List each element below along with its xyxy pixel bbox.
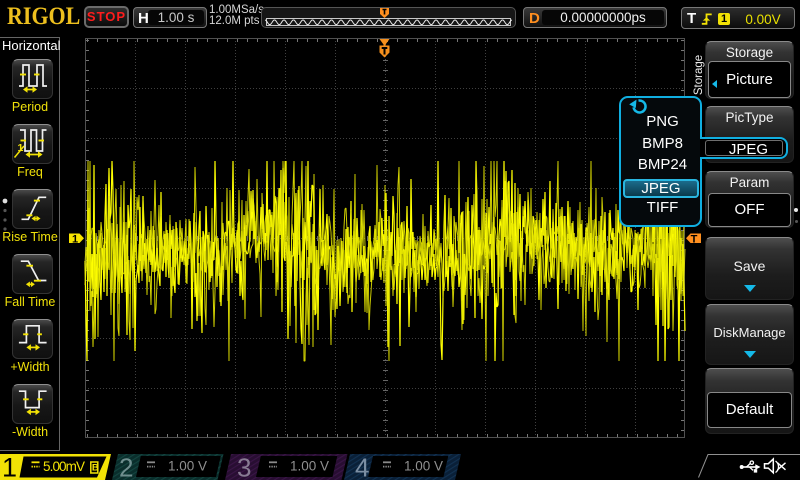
svg-text:B: B (92, 463, 99, 474)
svg-text:T: T (691, 234, 698, 246)
svg-text:2: 2 (119, 453, 133, 480)
svg-text:3: 3 (237, 453, 251, 480)
svg-text:1: 1 (2, 453, 17, 480)
svg-text:1.00 V: 1.00 V (168, 459, 207, 474)
svg-text:4: 4 (355, 453, 369, 480)
svg-text:5.00mV: 5.00mV (43, 459, 85, 474)
svg-text:1.00 V: 1.00 V (290, 459, 329, 474)
svg-text:1: 1 (72, 234, 78, 246)
svg-text:1.00 V: 1.00 V (404, 459, 443, 474)
